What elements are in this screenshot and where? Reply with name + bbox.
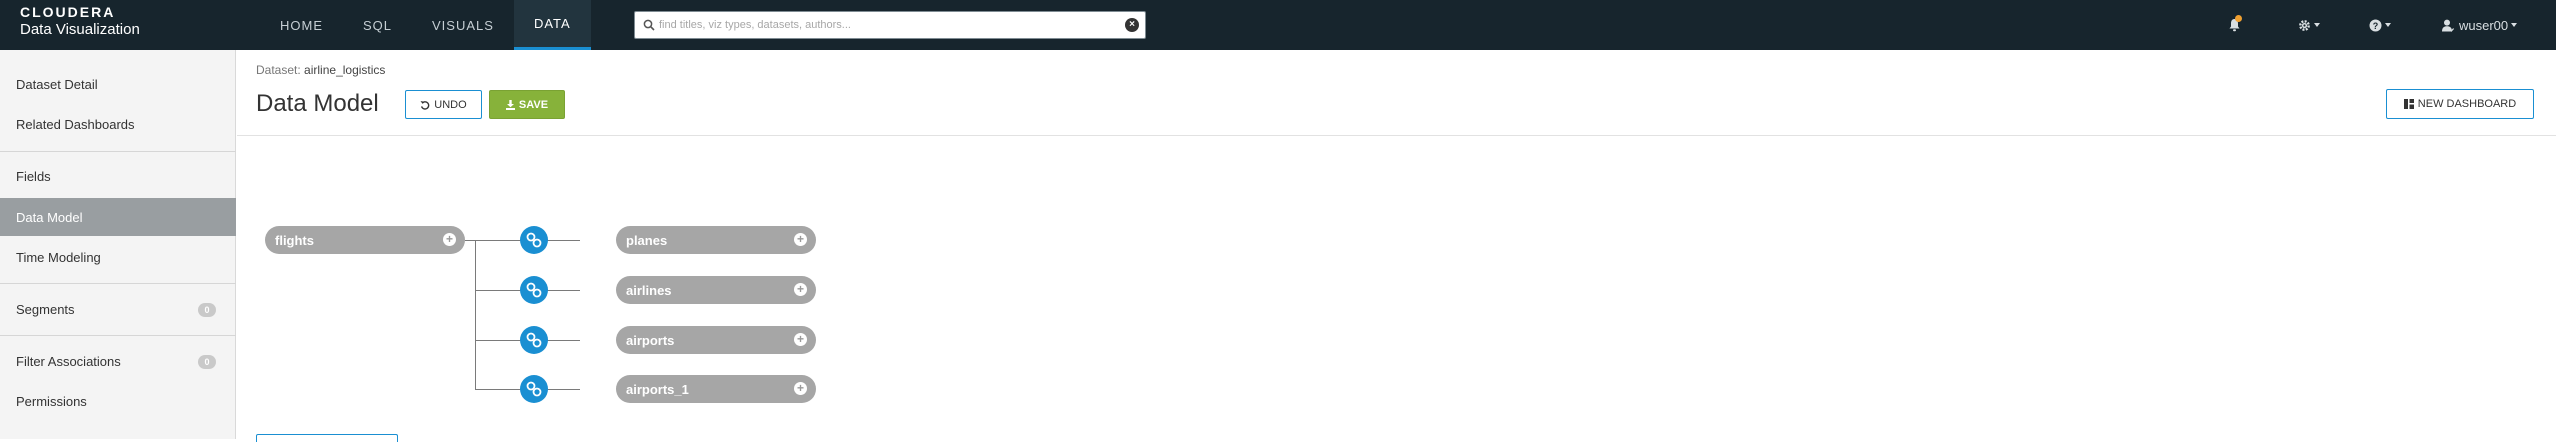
- save-label: SAVE: [518, 98, 549, 111]
- user-menu[interactable]: wuser00: [2442, 16, 2518, 34]
- search-input[interactable]: [659, 15, 1119, 35]
- user-icon: [2442, 19, 2454, 32]
- nav-home[interactable]: HOME: [260, 0, 343, 50]
- connector-line: [465, 240, 521, 241]
- chevron-down-icon: [2385, 23, 2391, 27]
- search-box: ×: [634, 11, 1146, 39]
- svg-text:?: ?: [2373, 21, 2379, 31]
- brand-name: CLOUDERA: [20, 4, 116, 20]
- dataset-name: airline_logistics: [304, 63, 386, 77]
- connector-line: [547, 389, 580, 390]
- undo-button[interactable]: UNDO: [405, 90, 482, 119]
- join-button-airports[interactable]: [520, 326, 548, 354]
- new-dashboard-label: NEW DASHBOARD: [2417, 98, 2517, 110]
- notifications-button[interactable]: [2228, 15, 2242, 34]
- sidebar-item-time-modeling[interactable]: Time Modeling: [0, 238, 236, 276]
- new-dashboard-button[interactable]: NEW DASHBOARD: [2386, 89, 2534, 119]
- sidebar-item-segments[interactable]: Segments 0: [0, 290, 236, 328]
- add-join-icon[interactable]: +: [443, 233, 456, 246]
- brand-logo[interactable]: CLOUDERA Data Visualization: [20, 5, 140, 37]
- sidebar-item-related-dashboards[interactable]: Related Dashboards: [0, 105, 236, 143]
- sidebar-item-data-model[interactable]: Data Model: [0, 198, 236, 236]
- nav-sql[interactable]: SQL: [343, 0, 412, 50]
- segments-count-badge: 0: [198, 303, 216, 317]
- sidebar-item-permissions[interactable]: Permissions: [0, 382, 236, 420]
- chevron-down-icon: [2511, 23, 2518, 27]
- dashboard-icon: [2403, 99, 2414, 109]
- link-icon: [526, 282, 542, 298]
- connector-trunk: [475, 240, 476, 390]
- chevron-down-icon: [2314, 23, 2320, 27]
- nav-visuals[interactable]: VISUALS: [412, 0, 514, 50]
- sidebar-item-dataset-detail[interactable]: Dataset Detail: [0, 65, 236, 103]
- link-icon: [526, 332, 542, 348]
- connector-line: [475, 389, 521, 390]
- sidebar-divider: [0, 335, 236, 336]
- sidebar-divider: [0, 151, 236, 152]
- data-model-diagram: flights + planes + airlines + airports +…: [237, 136, 2556, 442]
- filter-associations-count-badge: 0: [198, 355, 216, 369]
- dataset-breadcrumb: Dataset: airline_logistics: [256, 63, 385, 77]
- add-join-icon[interactable]: +: [794, 333, 807, 346]
- add-join-icon[interactable]: +: [794, 382, 807, 395]
- search-icon: [643, 19, 655, 31]
- connector-line: [547, 240, 580, 241]
- sidebar-item-label: Fields: [16, 168, 51, 184]
- table-node-label: flights: [275, 232, 314, 248]
- sidebar-item-label: Dataset Detail: [16, 76, 98, 92]
- settings-menu[interactable]: [2298, 16, 2320, 34]
- gear-icon: [2299, 19, 2310, 31]
- undo-icon: [420, 100, 430, 110]
- sidebar-item-label: Filter Associations: [16, 353, 121, 369]
- sidebar: Dataset Detail Related Dashboards Fields…: [0, 50, 236, 439]
- save-button[interactable]: SAVE: [489, 90, 565, 119]
- help-menu[interactable]: ?: [2369, 16, 2391, 34]
- page-title: Data Model: [256, 90, 379, 117]
- dataset-label: Dataset:: [256, 63, 301, 77]
- help-icon: ?: [2369, 19, 2382, 31]
- clear-search-icon[interactable]: ×: [1125, 18, 1139, 32]
- link-icon: [526, 232, 542, 248]
- table-node-flights[interactable]: flights +: [265, 226, 465, 254]
- connector-line: [475, 290, 521, 291]
- table-node-planes[interactable]: planes +: [616, 226, 816, 254]
- add-join-icon[interactable]: +: [794, 233, 807, 246]
- join-button-airlines[interactable]: [520, 276, 548, 304]
- table-node-airlines[interactable]: airlines +: [616, 276, 816, 304]
- sidebar-item-label: Related Dashboards: [16, 116, 135, 132]
- table-node-label: airports_1: [626, 381, 689, 397]
- cut-off-button[interactable]: [256, 434, 398, 442]
- table-node-label: airlines: [626, 282, 672, 298]
- undo-label: UNDO: [434, 98, 467, 111]
- join-button-planes[interactable]: [520, 226, 548, 254]
- add-join-icon[interactable]: +: [794, 283, 807, 296]
- sidebar-item-label: Permissions: [16, 393, 87, 409]
- sidebar-item-label: Time Modeling: [16, 249, 101, 265]
- brand-product: Data Visualization: [20, 21, 140, 38]
- notification-dot: [2235, 15, 2242, 22]
- top-bar: CLOUDERA Data Visualization HOME SQL VIS…: [0, 0, 2556, 50]
- sidebar-item-fields[interactable]: Fields: [0, 157, 236, 195]
- download-icon: [505, 99, 515, 110]
- main-nav: HOME SQL VISUALS DATA: [260, 0, 591, 50]
- sidebar-divider: [0, 283, 236, 284]
- sidebar-item-label: Segments: [16, 301, 75, 317]
- nav-data[interactable]: DATA: [513, 0, 591, 50]
- link-icon: [526, 381, 542, 397]
- table-node-label: planes: [626, 232, 668, 248]
- connector-line: [547, 290, 580, 291]
- username: wuser00: [2459, 17, 2509, 33]
- connector-line: [475, 340, 521, 341]
- table-node-airports[interactable]: airports +: [616, 326, 816, 354]
- join-button-airports-1[interactable]: [520, 375, 548, 403]
- sidebar-item-filter-associations[interactable]: Filter Associations 0: [0, 342, 236, 380]
- table-node-label: airports: [626, 332, 675, 348]
- sidebar-item-label: Data Model: [16, 209, 83, 225]
- table-node-airports-1[interactable]: airports_1 +: [616, 375, 816, 403]
- connector-line: [547, 340, 580, 341]
